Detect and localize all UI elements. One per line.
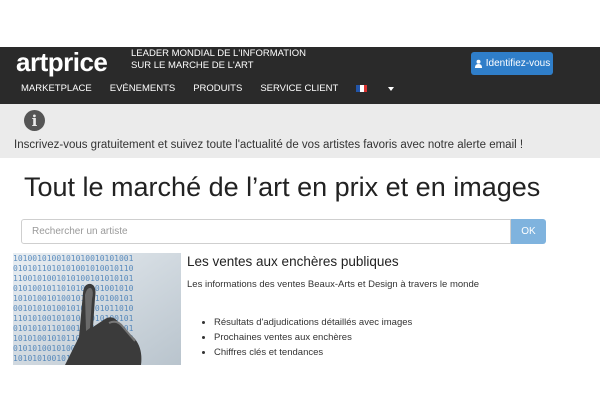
page-title: Tout le marché de l’art en prix et en im… bbox=[24, 172, 541, 202]
info-icon: i bbox=[24, 110, 45, 131]
svg-text:1010100101001011010100101: 1010100101001011010100101 bbox=[13, 294, 134, 303]
svg-text:1100101001010100101010101: 1100101001010100101010101 bbox=[13, 274, 134, 283]
top-navbar: artpriceTM LEADER MONDIAL DE L'INFORMATI… bbox=[0, 43, 600, 104]
search-ok-button[interactable]: OK bbox=[511, 219, 546, 244]
user-icon bbox=[474, 59, 482, 68]
nav-item-evenements[interactable]: EVÉNEMENTS bbox=[110, 83, 175, 94]
svg-text:1010010100101010010101001: 1010010100101010010101001 bbox=[13, 254, 134, 263]
language-selector[interactable] bbox=[356, 83, 412, 94]
nav-item-marketplace[interactable]: MARKETPLACE bbox=[21, 83, 92, 94]
feature-list: Résultats d'adjudications détaillés avec… bbox=[187, 315, 412, 360]
alert-banner: i Inscrivez-vous gratuitement et suivez … bbox=[0, 104, 600, 158]
nav-item-service-client[interactable]: SERVICE CLIENT bbox=[260, 83, 338, 94]
list-item: Résultats d'adjudications détaillés avec… bbox=[214, 315, 412, 330]
french-flag-icon bbox=[356, 85, 368, 92]
artprice-logo[interactable]: artpriceTM bbox=[16, 43, 117, 78]
logo-text: artprice bbox=[16, 47, 108, 77]
brand-tagline: LEADER MONDIAL DE L'INFORMATION SUR LE M… bbox=[131, 48, 306, 71]
login-label: Identifiez-vous bbox=[485, 58, 551, 69]
svg-text:0101001011010100101001010: 0101001011010100101001010 bbox=[13, 284, 134, 293]
nav-item-produits[interactable]: PRODUITS bbox=[193, 83, 242, 94]
svg-text:0010101010010100101011010: 0010101010010100101011010 bbox=[13, 304, 134, 313]
svg-text:0101011010101001010010110: 0101011010101001010010110 bbox=[13, 264, 134, 273]
list-item: Chiffres clés et tendances bbox=[214, 345, 412, 360]
section-title: Les ventes aux enchères publiques bbox=[187, 254, 399, 269]
section-description: Les informations des ventes Beaux-Arts e… bbox=[187, 279, 480, 290]
binary-hand-image: 1010010100101010010101001 01010110101010… bbox=[13, 253, 181, 365]
list-item: Prochaines ventes aux enchères bbox=[214, 330, 412, 345]
artist-search-input[interactable] bbox=[21, 219, 511, 244]
chevron-down-icon bbox=[388, 86, 395, 91]
main-nav: MARKETPLACE EVÉNEMENTS PRODUITS SERVICE … bbox=[21, 83, 430, 94]
alert-text: Inscrivez-vous gratuitement et suivez to… bbox=[14, 139, 524, 151]
trademark-mark: TM bbox=[108, 43, 117, 50]
login-button[interactable]: Identifiez-vous bbox=[471, 52, 553, 75]
